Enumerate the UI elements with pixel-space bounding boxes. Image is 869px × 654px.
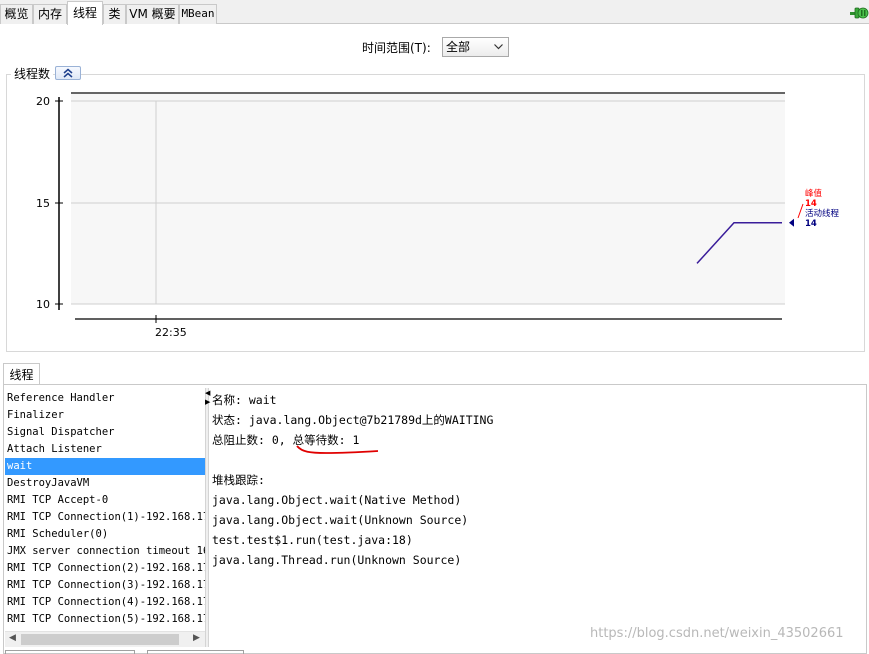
thread-list-item[interactable]: RMI TCP Connection(5)-192.168.176 bbox=[5, 611, 205, 628]
double-chevron-up-icon bbox=[63, 68, 73, 78]
y-tick-label-10: 10 bbox=[36, 298, 50, 311]
thread-list-horizontal-scrollbar[interactable]: ◀ ▶ bbox=[5, 631, 205, 647]
stack-frame: java.lang.Object.wait(Native Method) bbox=[212, 493, 462, 507]
thread-count-chart: 20 15 10 22:35 峰值 14 活动线程 14 bbox=[36, 92, 840, 339]
thread-list-item[interactable]: DestroyJavaVM bbox=[5, 475, 205, 492]
thread-list-item[interactable]: JMX server connection timeout 16 bbox=[5, 543, 205, 560]
scroll-right-icon[interactable]: ▶ bbox=[193, 633, 200, 643]
y-tick-label-20: 20 bbox=[36, 95, 50, 108]
peak-marker bbox=[797, 203, 804, 219]
bottom-button-edge[interactable] bbox=[147, 650, 244, 654]
thread-list-item[interactable]: Attach Listener bbox=[5, 441, 205, 458]
stack-frame: java.lang.Object.wait(Unknown Source) bbox=[212, 513, 469, 527]
y-tick-label-15: 15 bbox=[36, 197, 50, 210]
chart-title-text: 线程数 bbox=[14, 67, 51, 81]
collapse-button[interactable] bbox=[55, 66, 81, 80]
thread-list-item[interactable]: RMI TCP Accept-0 bbox=[5, 492, 205, 509]
splitter-collapse-left-icon[interactable]: ◀ bbox=[205, 389, 210, 397]
thread-state: 状态: java.lang.Object@7b21789d上的WAITING bbox=[212, 413, 494, 427]
thread-list-item[interactable]: wait bbox=[5, 458, 205, 475]
thread-list[interactable]: Reference Handler Finalizer Signal Dispatc… bbox=[5, 390, 205, 630]
thread-list-item[interactable]: RMI TCP Connection(4)-192.168.176 bbox=[5, 594, 205, 611]
thread-list-item[interactable]: RMI TCP Connection(3)-192.168.176 bbox=[5, 577, 205, 594]
stack-frame: test.test$1.run(test.java:18) bbox=[212, 533, 413, 547]
plot-area bbox=[71, 94, 785, 304]
thread-list-item[interactable]: Reference Handler bbox=[5, 390, 205, 407]
legend-peak-value: 14 bbox=[805, 199, 817, 209]
scroll-left-icon[interactable]: ◀ bbox=[9, 633, 16, 643]
x-tick-label-time: 22:35 bbox=[155, 326, 187, 339]
stack-frame: java.lang.Thread.run(Unknown Source) bbox=[212, 553, 462, 567]
scroll-thumb[interactable] bbox=[21, 634, 179, 645]
thread-details: 名称: wait 状态: java.lang.Object@7b21789d上的… bbox=[212, 390, 852, 570]
stack-trace-header: 堆栈跟踪: bbox=[212, 473, 265, 487]
legend-peak-label: 峰值 bbox=[805, 188, 823, 199]
tab-threads-list[interactable]: 线程 bbox=[3, 363, 40, 385]
split-pane-divider[interactable] bbox=[205, 388, 209, 647]
chart-panel-title: 线程数 bbox=[11, 66, 54, 82]
watermark: https://blog.csdn.net/weixin_43502661 bbox=[590, 626, 844, 641]
thread-list-item[interactable]: RMI TCP Connection(2)-192.168.176 bbox=[5, 560, 205, 577]
thread-list-item[interactable]: Signal Dispatcher bbox=[5, 424, 205, 441]
thread-list-item[interactable]: RMI Scheduler(0) bbox=[5, 526, 205, 543]
red-annotation-underline bbox=[296, 445, 379, 454]
thread-name: 名称: wait bbox=[212, 393, 277, 407]
active-threads-marker bbox=[789, 218, 794, 227]
thread-list-item[interactable]: RMI TCP Connection(1)-192.168.176 bbox=[5, 509, 205, 526]
legend-active-value: 14 bbox=[805, 219, 817, 229]
splitter-expand-right-icon[interactable]: ▶ bbox=[205, 398, 210, 406]
bottom-button-edge[interactable] bbox=[5, 650, 135, 654]
legend-active-label: 活动线程 bbox=[805, 208, 840, 219]
thread-list-item[interactable]: Finalizer bbox=[5, 407, 205, 424]
